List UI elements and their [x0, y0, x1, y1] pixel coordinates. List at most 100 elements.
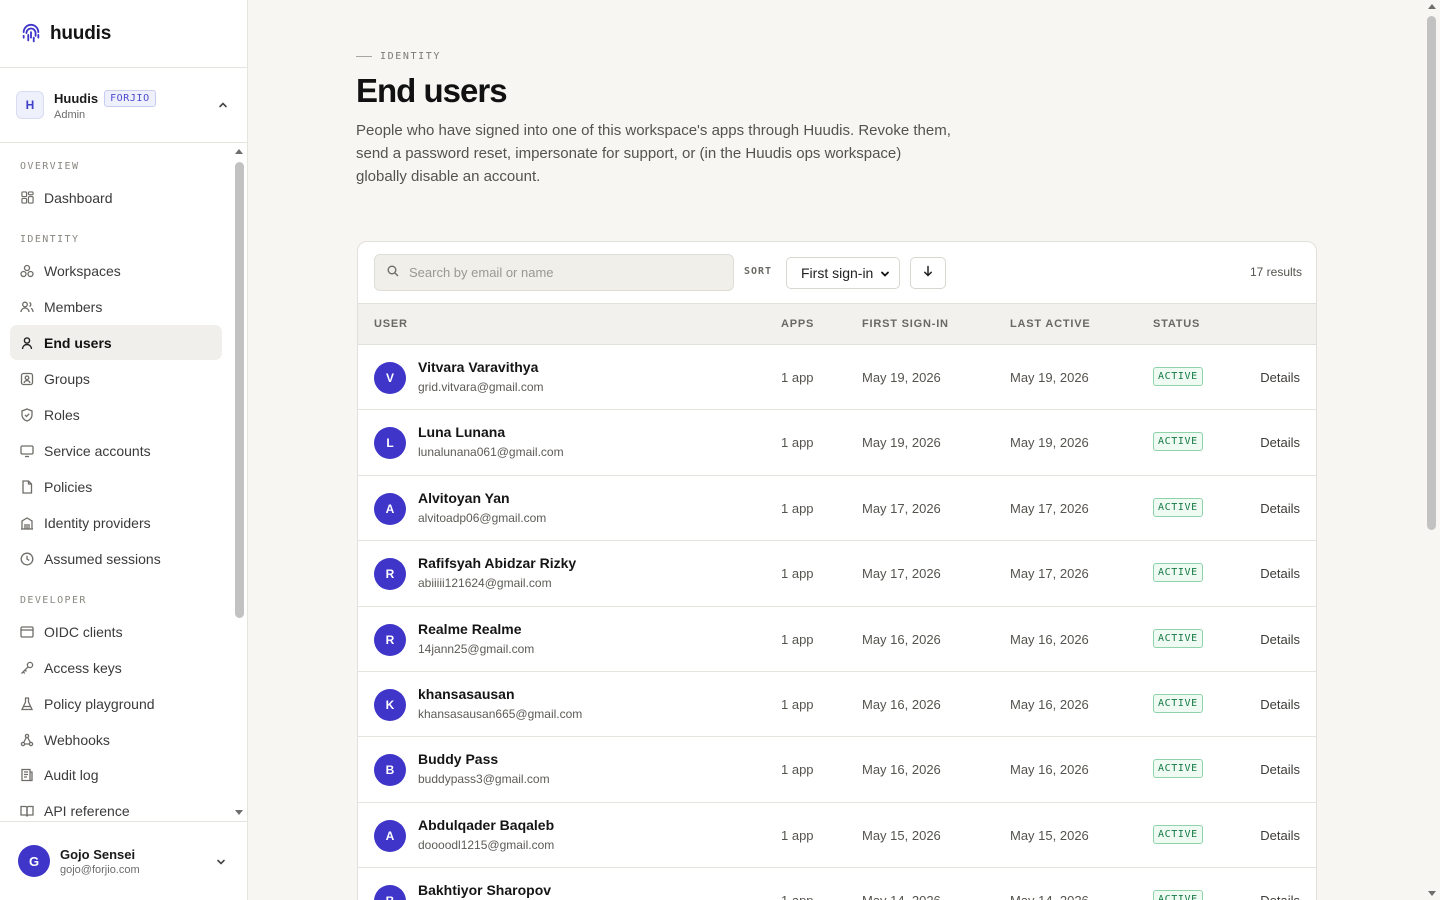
table-header: USER APPS FIRST SIGN-IN LAST ACTIVE STAT…	[358, 303, 1316, 345]
table-row[interactable]: R Realme Realme 14jann25@gmail.com 1 app May…	[358, 607, 1316, 672]
sidebar-item-end-users[interactable]: End users	[10, 325, 222, 360]
details-link[interactable]: Details	[1260, 697, 1300, 712]
last-active: May 19, 2026	[1010, 435, 1089, 451]
building-icon	[20, 516, 34, 530]
sidebar-item-label: Policy playground	[44, 695, 155, 712]
workspace-role: Admin	[54, 108, 86, 121]
column-header-user[interactable]: USER	[374, 318, 408, 330]
avatar: L	[374, 427, 406, 460]
sidebar-nav: OVERVIEW Dashboard IDENTITY Workspaces M…	[0, 144, 232, 820]
details-link[interactable]: Details	[1260, 762, 1300, 777]
search-box[interactable]	[374, 254, 734, 291]
chevron-down-icon[interactable]	[215, 855, 227, 873]
workspaces-icon	[20, 264, 34, 278]
table-row[interactable]: B Bakhtiyor Sharopov 1 app May 14, 2026 May …	[358, 868, 1316, 900]
brand[interactable]: huudis	[0, 0, 247, 68]
user-icon	[20, 336, 34, 350]
user-name: khansasausan	[418, 685, 515, 702]
scroll-up-arrow-icon[interactable]	[1428, 4, 1436, 9]
details-link[interactable]: Details	[1260, 828, 1300, 843]
user-email: buddypass3@gmail.com	[418, 772, 550, 787]
user-name: Luna Lunana	[418, 424, 506, 441]
end-users-table-card: SORT First sign-in 17 results USER APPS …	[357, 241, 1317, 900]
sidebar-item-label: Identity providers	[44, 514, 151, 531]
avatar: A	[374, 819, 406, 852]
scroll-down-arrow-icon[interactable]	[235, 810, 243, 815]
table-row[interactable]: Kkhansasausan khansasausan665@gmail.com 1 …	[358, 672, 1316, 738]
sort-label: SORT	[744, 266, 773, 277]
sidebar-item-roles[interactable]: Roles	[10, 397, 222, 432]
workspace-name: Huudis	[54, 90, 99, 106]
table-row[interactable]: B Buddy Pass buddypass3@gmail.com 1 app May …	[358, 737, 1316, 803]
scrollbar-thumb[interactable]	[1427, 16, 1436, 530]
table-row[interactable]: A Alvitoyan Yan alvitoadp06@gmail.com 1 app…	[358, 476, 1316, 542]
sidebar-item-dashboard[interactable]: Dashboard	[10, 180, 222, 215]
table-row[interactable]: A Abdulqader Baqaleb doooodl1215@gmail.com…	[358, 803, 1316, 869]
page-scrollbar[interactable]	[1424, 0, 1440, 900]
details-link[interactable]: Details	[1260, 566, 1300, 581]
table-row[interactable]: R Rafifsyah Abidzar Rizky abiiiii121624@gm…	[358, 541, 1316, 607]
sidebar-item-members[interactable]: Members	[10, 289, 222, 324]
user-name: Bakhtiyor Sharopov	[418, 882, 552, 899]
current-user-name: Gojo Sensei	[60, 846, 136, 862]
apps-count: 1 app	[781, 762, 814, 778]
sidebar-item-assumed-sessions[interactable]: Assumed sessions	[10, 541, 222, 576]
nav-section-developer: DEVELOPER	[20, 595, 87, 606]
column-header-last-active[interactable]: LAST ACTIVE	[1010, 318, 1091, 330]
search-input[interactable]	[409, 265, 709, 280]
column-header-first-sign-in[interactable]: FIRST SIGN-IN	[862, 318, 949, 330]
scroll-down-arrow-icon[interactable]	[1428, 891, 1436, 896]
column-header-status[interactable]: STATUS	[1153, 318, 1200, 330]
chevron-up-icon[interactable]	[217, 98, 229, 116]
sidebar-item-groups[interactable]: Groups	[10, 361, 222, 396]
details-link[interactable]: Details	[1260, 501, 1300, 516]
sidebar-item-policies[interactable]: Policies	[10, 469, 222, 504]
avatar: G	[18, 845, 50, 877]
details-link[interactable]: Details	[1260, 632, 1300, 647]
table-row[interactable]: V Vitvara Varavithya grid.vitvara@gmail.co…	[358, 345, 1316, 411]
sidebar-item-label: Access keys	[44, 659, 122, 676]
sidebar-scrollbar[interactable]	[234, 146, 244, 818]
first-sign-in: May 16, 2026	[862, 762, 941, 778]
table-body: V Vitvara Varavithya grid.vitvara@gmail.co…	[358, 345, 1316, 900]
sidebar-item-label: Audit log	[44, 766, 99, 783]
scroll-up-arrow-icon[interactable]	[235, 149, 243, 154]
eyebrow-dash	[356, 56, 372, 57]
main-content: IDENTITY End users People who have signe…	[248, 0, 1424, 900]
status-badge: ACTIVE	[1153, 759, 1203, 779]
user-name: Alvitoyan Yan	[418, 489, 510, 506]
sidebar-item-api-reference[interactable]: API reference	[10, 793, 222, 820]
members-icon	[20, 300, 34, 314]
nav-section-overview: OVERVIEW	[20, 161, 80, 172]
workspace-switcher[interactable]: H Huudis FORJIO Admin	[0, 68, 247, 143]
sidebar-item-webhooks[interactable]: Webhooks	[10, 722, 222, 757]
details-link[interactable]: Details	[1260, 435, 1300, 450]
sidebar-item-workspaces[interactable]: Workspaces	[10, 253, 222, 288]
scrollbar-thumb[interactable]	[235, 162, 244, 618]
sidebar-item-access-keys[interactable]: Access keys	[10, 650, 222, 685]
sort-select[interactable]: First sign-in	[786, 257, 900, 289]
details-link[interactable]: Details	[1260, 370, 1300, 385]
apps-count: 1 app	[781, 435, 814, 451]
page-description: People who have signed into one of this …	[356, 122, 951, 185]
sidebar-item-label: Workspaces	[44, 262, 121, 279]
current-user-menu[interactable]: G Gojo Sensei gojo@forjio.com	[0, 821, 247, 900]
sidebar-item-policy-playground[interactable]: Policy playground	[10, 686, 222, 721]
status-badge: ACTIVE	[1153, 890, 1203, 900]
user-name: Abdulqader Baqaleb	[418, 816, 555, 833]
sidebar-item-label: Assumed sessions	[44, 550, 161, 567]
sidebar-item-audit-log[interactable]: Audit log	[10, 757, 222, 792]
sidebar-item-oidc-clients[interactable]: OIDC clients	[10, 614, 222, 649]
sidebar-item-service-accounts[interactable]: Service accounts	[10, 433, 222, 468]
sidebar-item-label: Roles	[44, 406, 80, 423]
avatar: V	[374, 362, 406, 394]
table-toolbar: SORT First sign-in 17 results	[358, 242, 1316, 303]
last-active: May 17, 2026	[1010, 566, 1089, 582]
sidebar-item-identity-providers[interactable]: Identity providers	[10, 505, 222, 540]
last-active: May 16, 2026	[1010, 631, 1089, 647]
details-link[interactable]: Details	[1260, 893, 1300, 900]
table-row[interactable]: L Luna Lunana lunalunana061@gmail.com 1 app…	[358, 410, 1316, 476]
sort-direction-button[interactable]	[910, 257, 946, 289]
column-header-apps[interactable]: APPS	[781, 318, 814, 330]
webhook-icon	[20, 733, 34, 747]
